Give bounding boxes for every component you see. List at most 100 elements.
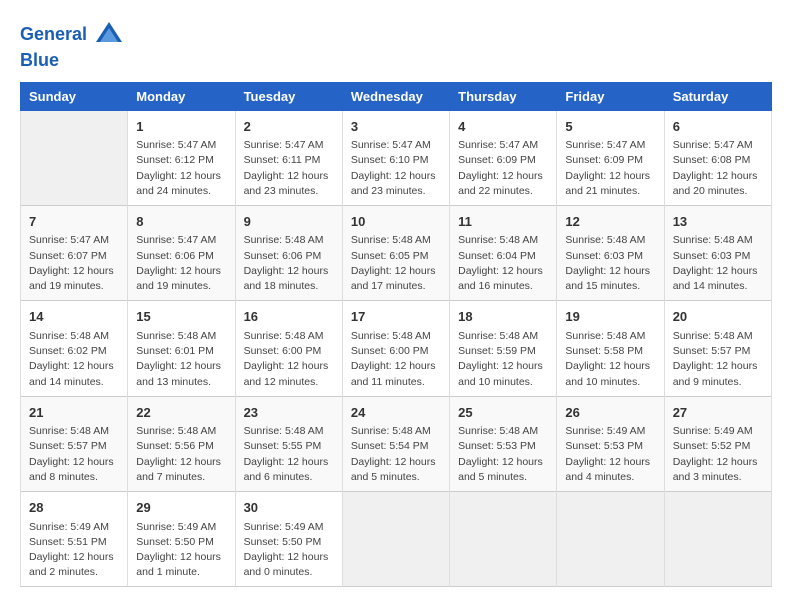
day-header-thursday: Thursday <box>450 82 557 110</box>
calendar-cell: 6Sunrise: 5:47 AM Sunset: 6:08 PM Daylig… <box>664 110 771 205</box>
day-number: 29 <box>136 498 226 518</box>
calendar-cell: 21Sunrise: 5:48 AM Sunset: 5:57 PM Dayli… <box>21 396 128 491</box>
calendar-cell: 26Sunrise: 5:49 AM Sunset: 5:53 PM Dayli… <box>557 396 664 491</box>
day-info: Sunrise: 5:48 AM Sunset: 6:06 PM Dayligh… <box>244 233 334 294</box>
calendar-cell: 8Sunrise: 5:47 AM Sunset: 6:06 PM Daylig… <box>128 205 235 300</box>
day-info: Sunrise: 5:48 AM Sunset: 5:54 PM Dayligh… <box>351 424 441 485</box>
calendar-cell: 16Sunrise: 5:48 AM Sunset: 6:00 PM Dayli… <box>235 301 342 396</box>
calendar-cell: 11Sunrise: 5:48 AM Sunset: 6:04 PM Dayli… <box>450 205 557 300</box>
day-info: Sunrise: 5:48 AM Sunset: 6:03 PM Dayligh… <box>565 233 655 294</box>
day-info: Sunrise: 5:49 AM Sunset: 5:51 PM Dayligh… <box>29 520 119 581</box>
day-number: 9 <box>244 212 334 232</box>
day-number: 12 <box>565 212 655 232</box>
day-number: 24 <box>351 403 441 423</box>
day-info: Sunrise: 5:48 AM Sunset: 5:59 PM Dayligh… <box>458 329 548 390</box>
calendar-cell <box>342 492 449 587</box>
day-info: Sunrise: 5:48 AM Sunset: 6:02 PM Dayligh… <box>29 329 119 390</box>
calendar-week-5: 28Sunrise: 5:49 AM Sunset: 5:51 PM Dayli… <box>21 492 772 587</box>
logo: General Blue <box>20 20 124 72</box>
calendar-week-4: 21Sunrise: 5:48 AM Sunset: 5:57 PM Dayli… <box>21 396 772 491</box>
calendar-week-2: 7Sunrise: 5:47 AM Sunset: 6:07 PM Daylig… <box>21 205 772 300</box>
day-info: Sunrise: 5:47 AM Sunset: 6:06 PM Dayligh… <box>136 233 226 294</box>
calendar-cell: 18Sunrise: 5:48 AM Sunset: 5:59 PM Dayli… <box>450 301 557 396</box>
page-header: General Blue <box>20 20 772 72</box>
calendar-cell <box>557 492 664 587</box>
day-info: Sunrise: 5:48 AM Sunset: 5:57 PM Dayligh… <box>673 329 763 390</box>
calendar-cell: 4Sunrise: 5:47 AM Sunset: 6:09 PM Daylig… <box>450 110 557 205</box>
day-info: Sunrise: 5:48 AM Sunset: 6:05 PM Dayligh… <box>351 233 441 294</box>
day-header-wednesday: Wednesday <box>342 82 449 110</box>
calendar-cell: 3Sunrise: 5:47 AM Sunset: 6:10 PM Daylig… <box>342 110 449 205</box>
calendar-cell: 13Sunrise: 5:48 AM Sunset: 6:03 PM Dayli… <box>664 205 771 300</box>
calendar-table: SundayMondayTuesdayWednesdayThursdayFrid… <box>20 82 772 588</box>
calendar-cell: 9Sunrise: 5:48 AM Sunset: 6:06 PM Daylig… <box>235 205 342 300</box>
calendar-cell: 19Sunrise: 5:48 AM Sunset: 5:58 PM Dayli… <box>557 301 664 396</box>
day-info: Sunrise: 5:47 AM Sunset: 6:08 PM Dayligh… <box>673 138 763 199</box>
day-number: 20 <box>673 307 763 327</box>
calendar-cell: 25Sunrise: 5:48 AM Sunset: 5:53 PM Dayli… <box>450 396 557 491</box>
day-number: 14 <box>29 307 119 327</box>
calendar-cell: 20Sunrise: 5:48 AM Sunset: 5:57 PM Dayli… <box>664 301 771 396</box>
day-number: 18 <box>458 307 548 327</box>
calendar-cell: 28Sunrise: 5:49 AM Sunset: 5:51 PM Dayli… <box>21 492 128 587</box>
day-number: 25 <box>458 403 548 423</box>
day-number: 17 <box>351 307 441 327</box>
day-info: Sunrise: 5:47 AM Sunset: 6:10 PM Dayligh… <box>351 138 441 199</box>
calendar-cell: 1Sunrise: 5:47 AM Sunset: 6:12 PM Daylig… <box>128 110 235 205</box>
day-info: Sunrise: 5:47 AM Sunset: 6:09 PM Dayligh… <box>458 138 548 199</box>
calendar-cell: 10Sunrise: 5:48 AM Sunset: 6:05 PM Dayli… <box>342 205 449 300</box>
day-info: Sunrise: 5:48 AM Sunset: 6:01 PM Dayligh… <box>136 329 226 390</box>
day-number: 19 <box>565 307 655 327</box>
day-info: Sunrise: 5:48 AM Sunset: 5:58 PM Dayligh… <box>565 329 655 390</box>
day-number: 23 <box>244 403 334 423</box>
calendar-cell <box>21 110 128 205</box>
calendar-cell: 17Sunrise: 5:48 AM Sunset: 6:00 PM Dayli… <box>342 301 449 396</box>
day-number: 26 <box>565 403 655 423</box>
day-number: 11 <box>458 212 548 232</box>
day-info: Sunrise: 5:48 AM Sunset: 5:56 PM Dayligh… <box>136 424 226 485</box>
calendar-cell: 7Sunrise: 5:47 AM Sunset: 6:07 PM Daylig… <box>21 205 128 300</box>
day-header-sunday: Sunday <box>21 82 128 110</box>
day-number: 22 <box>136 403 226 423</box>
calendar-header-row: SundayMondayTuesdayWednesdayThursdayFrid… <box>21 82 772 110</box>
calendar-cell: 22Sunrise: 5:48 AM Sunset: 5:56 PM Dayli… <box>128 396 235 491</box>
logo-text: General <box>20 20 124 50</box>
calendar-cell <box>664 492 771 587</box>
calendar-cell: 2Sunrise: 5:47 AM Sunset: 6:11 PM Daylig… <box>235 110 342 205</box>
calendar-cell: 30Sunrise: 5:49 AM Sunset: 5:50 PM Dayli… <box>235 492 342 587</box>
day-info: Sunrise: 5:47 AM Sunset: 6:12 PM Dayligh… <box>136 138 226 199</box>
day-number: 4 <box>458 117 548 137</box>
calendar-week-3: 14Sunrise: 5:48 AM Sunset: 6:02 PM Dayli… <box>21 301 772 396</box>
day-number: 1 <box>136 117 226 137</box>
day-number: 6 <box>673 117 763 137</box>
day-number: 10 <box>351 212 441 232</box>
day-number: 2 <box>244 117 334 137</box>
day-number: 30 <box>244 498 334 518</box>
calendar-week-1: 1Sunrise: 5:47 AM Sunset: 6:12 PM Daylig… <box>21 110 772 205</box>
day-number: 5 <box>565 117 655 137</box>
day-info: Sunrise: 5:49 AM Sunset: 5:52 PM Dayligh… <box>673 424 763 485</box>
day-number: 28 <box>29 498 119 518</box>
day-header-monday: Monday <box>128 82 235 110</box>
day-info: Sunrise: 5:49 AM Sunset: 5:50 PM Dayligh… <box>136 520 226 581</box>
day-number: 15 <box>136 307 226 327</box>
logo-subtext: Blue <box>20 50 124 72</box>
day-number: 16 <box>244 307 334 327</box>
day-number: 3 <box>351 117 441 137</box>
day-info: Sunrise: 5:48 AM Sunset: 5:57 PM Dayligh… <box>29 424 119 485</box>
calendar-cell: 12Sunrise: 5:48 AM Sunset: 6:03 PM Dayli… <box>557 205 664 300</box>
day-info: Sunrise: 5:47 AM Sunset: 6:11 PM Dayligh… <box>244 138 334 199</box>
day-number: 8 <box>136 212 226 232</box>
day-header-friday: Friday <box>557 82 664 110</box>
day-number: 13 <box>673 212 763 232</box>
day-info: Sunrise: 5:49 AM Sunset: 5:53 PM Dayligh… <box>565 424 655 485</box>
calendar-cell: 15Sunrise: 5:48 AM Sunset: 6:01 PM Dayli… <box>128 301 235 396</box>
calendar-cell: 27Sunrise: 5:49 AM Sunset: 5:52 PM Dayli… <box>664 396 771 491</box>
day-info: Sunrise: 5:48 AM Sunset: 6:00 PM Dayligh… <box>351 329 441 390</box>
day-info: Sunrise: 5:48 AM Sunset: 5:53 PM Dayligh… <box>458 424 548 485</box>
day-header-saturday: Saturday <box>664 82 771 110</box>
day-info: Sunrise: 5:48 AM Sunset: 6:00 PM Dayligh… <box>244 329 334 390</box>
day-info: Sunrise: 5:48 AM Sunset: 6:03 PM Dayligh… <box>673 233 763 294</box>
calendar-body: 1Sunrise: 5:47 AM Sunset: 6:12 PM Daylig… <box>21 110 772 587</box>
calendar-cell <box>450 492 557 587</box>
